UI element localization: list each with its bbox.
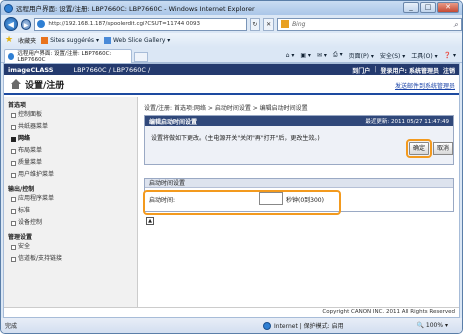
feeds-icon[interactable]: ▣ ▾ xyxy=(300,52,311,59)
last-update: 最近更新: 2011 05/27 11:47:49 xyxy=(365,119,449,125)
portal-link[interactable]: 到门户 xyxy=(352,66,370,75)
sidebar: 首选项 控制面板 共纸器菜单 网络 布局菜单 质量菜单 用户维护菜单 输出/控制… xyxy=(4,97,138,317)
print-icon[interactable]: ⎙ ▾ xyxy=(333,51,343,59)
sidebar-section-management: 管理设置 xyxy=(8,234,33,241)
cancel-button[interactable]: 取消 xyxy=(433,142,453,155)
bing-icon xyxy=(281,20,290,28)
globe-icon xyxy=(263,321,271,330)
page-title: 设置/注册 xyxy=(25,80,65,91)
browser-window: 远程用户界面: 设置/注册: LBP7660C: LBP7660C - Wind… xyxy=(0,0,463,334)
sidebar-item-control-panel[interactable]: 控制面板 xyxy=(4,109,137,121)
model-name: LBP7660C / LBP7660C / xyxy=(73,65,151,74)
back-icon[interactable]: ◀ xyxy=(4,17,18,31)
settings-home-icon xyxy=(10,78,21,90)
status-text: 完成 xyxy=(5,323,18,330)
highlight-frame xyxy=(143,190,341,215)
startup-time-section: 启动时间设置 启动时间: 秒钟(0到300) xyxy=(143,178,454,215)
zoom-control[interactable]: 🔍 100% ▾ xyxy=(417,322,448,329)
copyright: Copyright CANON INC. 2011 All Rights Res… xyxy=(4,307,459,317)
cmd-safety[interactable]: 安全(S) ▾ xyxy=(380,51,405,60)
cmd-tools[interactable]: 工具(O) ▾ xyxy=(411,51,437,60)
sidebar-item-user-maintenance[interactable]: 用户维护菜单 xyxy=(4,169,137,181)
close-button[interactable]: ✕ xyxy=(437,2,459,13)
login-user: 登录用户: 系统管理员 xyxy=(380,68,439,75)
address-bar[interactable]: http://192.168.1.187/spoolerdit.cgi?CSUT… xyxy=(34,17,247,31)
sidebar-section-preferences: 首选项 xyxy=(8,102,27,109)
title-bar: 远程用户界面: 设置/注册: LBP7660C: LBP7660C - Wind… xyxy=(1,1,462,15)
ok-button[interactable]: 确定 xyxy=(406,139,432,158)
sidebar-item-support-links[interactable]: 信道板/支持链接 xyxy=(4,253,137,265)
url-text: http://192.168.1.187/spoolerdit.cgi?CSUT… xyxy=(48,21,200,27)
home-icon[interactable]: ⌂ ▾ xyxy=(286,52,295,59)
panel-body: 设置将做如下更改。(主电源开关"关闭"再"打开"后，更改生效。) 确定 取消 xyxy=(145,126,453,164)
sidebar-section-output: 输出/控制 xyxy=(8,186,35,193)
favorites-bar: ★ 收藏夹 Sites suggérés ▾ Web Slice Gallery… xyxy=(1,33,462,47)
favorites-label[interactable]: 收藏夹 xyxy=(18,36,36,45)
fav-item-webslice[interactable]: Web Slice Gallery ▾ xyxy=(103,36,170,44)
cmd-page[interactable]: 页面(P) ▾ xyxy=(349,51,374,60)
page-title-bar: 设置/注册 发送邮件到系统管理员 xyxy=(4,75,459,95)
help-icon[interactable]: ❓ ▾ xyxy=(444,52,456,59)
search-placeholder: Bing xyxy=(292,20,306,28)
page-content: imageCLASS LBP7660C / LBP7660C / 到门户 | 登… xyxy=(3,63,460,318)
maximize-button[interactable]: □ xyxy=(420,2,436,13)
tab-row: 远程用户界面: 设置/注册: LBP7660C: LBP7660C ⌂ ▾ ▣ … xyxy=(1,47,462,63)
breadcrumb: 设置/注册: 首选项:网络 > 启动时间设置 > 编辑启动时间设置 xyxy=(144,105,308,112)
page-icon xyxy=(37,20,46,28)
sidebar-item-paper-feeder[interactable]: 共纸器菜单 xyxy=(4,121,137,133)
sidebar-item-layout[interactable]: 布局菜单 xyxy=(4,145,137,157)
search-icon[interactable]: ⌕ xyxy=(454,20,458,30)
web-slice-icon xyxy=(103,36,111,44)
tab-icon xyxy=(8,52,15,60)
address-row: ◀ ▶ http://192.168.1.187/spoolerdit.cgi?… xyxy=(1,15,462,33)
sidebar-item-standard[interactable]: 标准 xyxy=(4,205,137,217)
main-area: 设置/注册: 首选项:网络 > 启动时间设置 > 编辑启动时间设置 编辑启动时间… xyxy=(140,97,458,297)
panel-title: 编辑启动时间设置 xyxy=(149,118,198,126)
sidebar-item-device-control[interactable]: 设备控制 xyxy=(4,217,137,229)
mail-admin-link[interactable]: 发送邮件到系统管理员 xyxy=(395,81,455,90)
edit-panel: 编辑启动时间设置 最近更新: 2011 05/27 11:47:49 设置将做如… xyxy=(144,115,454,165)
stop-icon[interactable]: ✕ xyxy=(263,17,275,31)
new-tab-button[interactable] xyxy=(134,51,148,62)
panel-header: 编辑启动时间设置 最近更新: 2011 05/27 11:47:49 xyxy=(145,116,453,126)
sidebar-item-quality[interactable]: 质量菜单 xyxy=(4,157,137,169)
suggested-sites-icon xyxy=(41,36,49,44)
sidebar-item-network[interactable]: 网络 xyxy=(4,133,137,145)
window-title: 远程用户界面: 设置/注册: LBP7660C: LBP7660C - Wind… xyxy=(16,5,255,13)
security-zone: Internet | 保护模式: 启用 xyxy=(263,321,344,330)
status-bar: 完成 Internet | 保护模式: 启用 🔍 100% ▾ xyxy=(1,318,462,333)
back-to-top-icon[interactable]: ▲ xyxy=(146,217,154,225)
minimize-button[interactable]: _ xyxy=(403,2,419,13)
section-title: 启动时间设置 xyxy=(145,179,453,188)
forward-icon[interactable]: ▶ xyxy=(20,18,32,30)
ie-icon xyxy=(4,3,13,13)
app-header: imageCLASS LBP7660C / LBP7660C / 到门户 | 登… xyxy=(4,64,459,75)
mail-icon[interactable]: ✉ ▾ xyxy=(317,52,327,59)
instruction-text: 设置将做如下更改。(主电源开关"关闭"再"打开"后，更改生效。) xyxy=(151,135,320,142)
logout-link[interactable]: 注销 xyxy=(443,66,455,75)
search-input[interactable]: Bing ⌕ xyxy=(277,17,462,31)
sidebar-item-security[interactable]: 安全 xyxy=(4,241,137,253)
fav-item-suggested[interactable]: Sites suggérés ▾ xyxy=(41,36,99,44)
brand: imageCLASS xyxy=(8,65,54,74)
sidebar-item-application[interactable]: 应用程序菜单 xyxy=(4,193,137,205)
command-bar: ⌂ ▾ ▣ ▾ ✉ ▾ ⎙ ▾ 页面(P) ▾ 安全(S) ▾ 工具(O) ▾ … xyxy=(286,49,456,61)
favorites-star-icon[interactable]: ★ xyxy=(5,35,13,45)
tab-current[interactable]: 远程用户界面: 设置/注册: LBP7660C: LBP7660C xyxy=(4,48,132,63)
refresh-icon[interactable]: ↻ xyxy=(249,17,261,31)
tab-title: 远程用户界面: 设置/注册: LBP7660C: LBP7660C xyxy=(17,51,112,63)
